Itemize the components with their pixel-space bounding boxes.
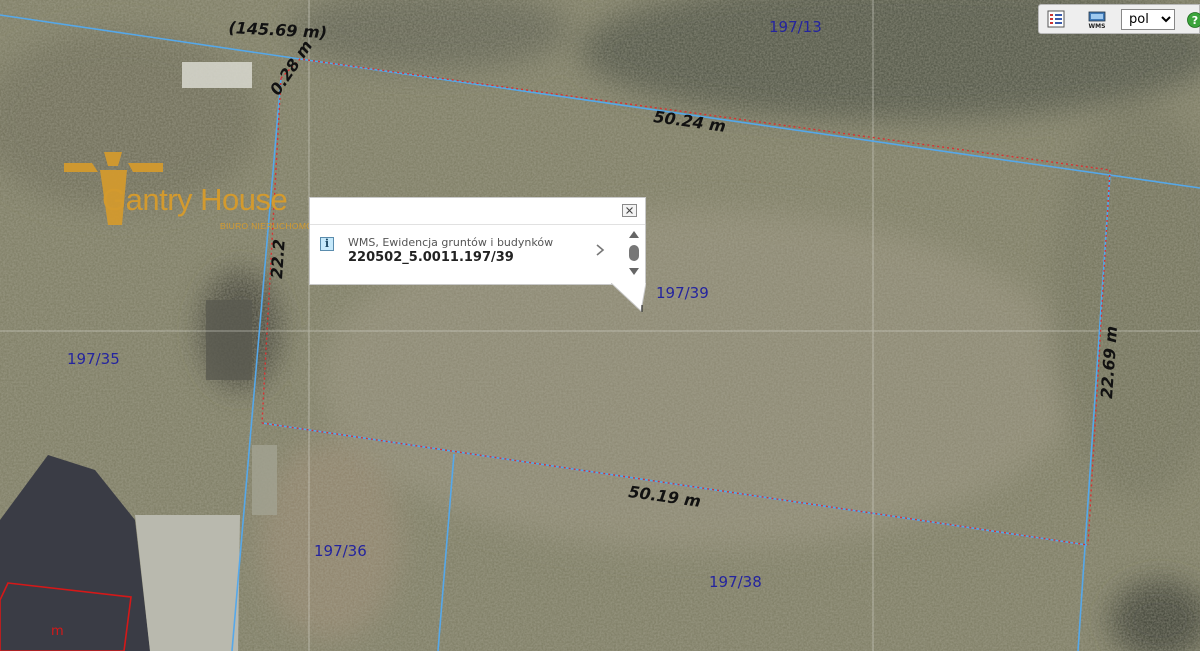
map-toolbar: WMS pol ? <box>1038 4 1200 34</box>
close-icon[interactable] <box>622 204 637 217</box>
language-select[interactable]: pol <box>1121 9 1175 30</box>
watermark-brand: Gantry House <box>102 182 288 217</box>
popup-header <box>310 198 645 225</box>
marker-letter: m <box>51 624 64 639</box>
wms-label: WMS <box>1089 23 1106 30</box>
shed <box>206 300 252 380</box>
scroll-down-icon[interactable] <box>629 268 639 275</box>
parcel-label-197-13: 197/13 <box>769 18 822 36</box>
scroll-thumb[interactable] <box>629 245 639 261</box>
help-icon[interactable]: ? <box>1187 12 1200 28</box>
parcel-label-197-35: 197/35 <box>67 350 120 368</box>
popup-source: WMS, Ewidencja gruntów i budynków <box>348 236 554 249</box>
scroll-up-icon[interactable] <box>629 231 639 238</box>
info-icon: i <box>320 237 334 251</box>
feature-info-popup: i WMS, Ewidencja gruntów i budynków 2205… <box>309 197 646 285</box>
popup-parcel-id: 220502_5.0011.197/39 <box>348 250 514 265</box>
paved-area <box>135 515 240 651</box>
watermark: Gantry House BIURO NIERUCHOMOŚCI <box>62 148 337 233</box>
legend-icon[interactable] <box>1047 10 1065 28</box>
parcel-label-197-39: 197/39 <box>656 284 709 302</box>
popup-tail <box>611 283 646 312</box>
popup-scrollbar[interactable] <box>625 228 643 282</box>
wall-strip <box>252 445 277 515</box>
dimension-left: 22.2 <box>267 238 289 280</box>
chevron-right-icon[interactable] <box>594 243 606 257</box>
parcel-label-197-38: 197/38 <box>709 573 762 591</box>
map-canvas[interactable] <box>0 0 1200 651</box>
wms-icon[interactable]: WMS <box>1087 10 1107 30</box>
parcel-label-197-36: 197/36 <box>314 542 367 560</box>
svg-text:?: ? <box>1192 14 1198 27</box>
small-structure <box>182 62 252 88</box>
